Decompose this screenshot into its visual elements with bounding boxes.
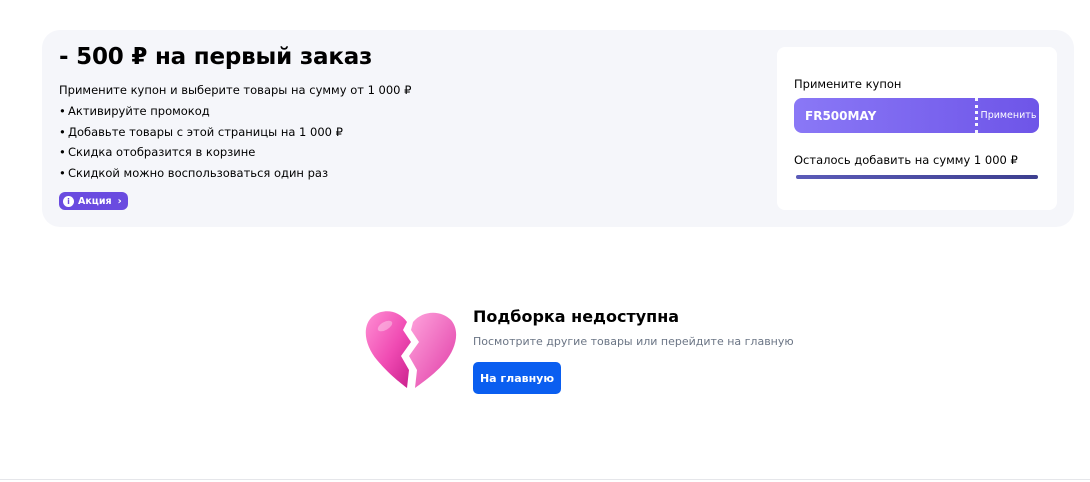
list-item-text: Активируйте промокод: [68, 104, 210, 118]
coupon-panel: Примените купон Применить Осталось добав…: [777, 47, 1057, 210]
list-item-text: Скидкой можно воспользоваться один раз: [68, 165, 329, 180]
coupon-code-input[interactable]: [794, 108, 975, 123]
info-icon: i: [63, 195, 74, 207]
chevron-right-icon: ›: [117, 195, 122, 207]
broken-heart-icon: [365, 311, 457, 388]
promo-badge[interactable]: i Акция ›: [59, 192, 128, 210]
progress-bar: [796, 175, 1038, 179]
promo-card: - 500 ₽ на первый заказ Примените купон …: [42, 30, 1074, 227]
empty-state-text: Посмотрите другие товары или перейдите н…: [473, 335, 794, 348]
promo-badge-label: Акция: [78, 195, 112, 207]
apply-coupon-button[interactable]: Применить: [978, 98, 1039, 133]
empty-state-title: Подборка недоступна: [473, 307, 680, 326]
list-item: • Активируйте промокод: [59, 104, 210, 118]
coupon-field: Применить: [794, 98, 1039, 133]
list-item-text: Скидка отобразится в корзине: [68, 145, 256, 159]
coupon-divider: [975, 98, 978, 133]
promo-title: - 500 ₽ на первый заказ: [59, 44, 373, 70]
list-item-text: Добавьте товары с этой страницы на 1 000…: [68, 124, 343, 139]
list-item: • Скидкой можно воспользоваться один раз: [59, 165, 329, 180]
promo-subtitle: Примените купон и выберите товары на сум…: [59, 83, 412, 97]
go-home-button[interactable]: На главную: [473, 362, 561, 394]
coupon-label: Примените купон: [794, 77, 902, 91]
list-item: • Добавьте товары с этой страницы на 1 00…: [59, 124, 343, 139]
remaining-amount-label: Осталось добавить на сумму 1 000 ₽: [794, 153, 1018, 167]
list-item: • Скидка отобразится в корзине: [59, 145, 256, 159]
divider: [0, 479, 1090, 480]
promo-conditions-list: • Активируйте промокод • Добавьте товары с…: [59, 104, 343, 186]
progress-bar-fill: [796, 175, 1038, 179]
